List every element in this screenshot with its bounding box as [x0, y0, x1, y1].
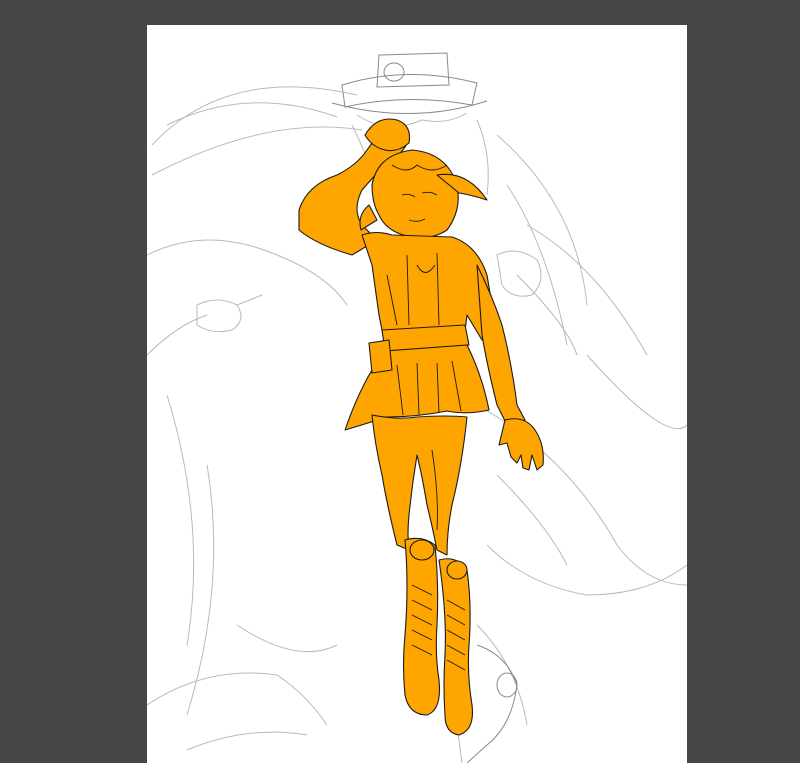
drawing-canvas[interactable]: drawing-canvas-icon — [147, 25, 687, 763]
drawing-workspace[interactable]: drawing-canvas-icon — [0, 0, 800, 763]
artwork-lineart[interactable] — [147, 25, 687, 763]
foreground-character-fill — [298, 118, 544, 736]
